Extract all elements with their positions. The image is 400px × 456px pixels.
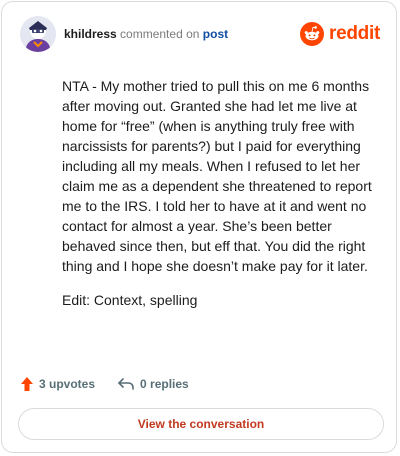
reddit-snoo-icon <box>300 22 325 46</box>
upvotes-count: 3 upvotes <box>39 377 96 391</box>
action-text: commented on <box>120 27 200 41</box>
reddit-wordmark: reddit <box>329 23 380 44</box>
upvotes-stat[interactable]: 3 upvotes <box>20 376 95 392</box>
post-link[interactable]: post <box>203 27 228 41</box>
comment-stats: 3 upvotes 0 replies <box>20 374 189 394</box>
comment-paragraph: NTA - My mother tried to pull this on me… <box>62 78 372 274</box>
reply-arrow-icon <box>117 377 135 391</box>
upvote-arrow-icon <box>20 376 34 392</box>
username-link[interactable]: khildress <box>64 27 117 41</box>
comment-header: khildress commented on post reddit <box>20 16 380 56</box>
comment-body: NTA - My mother tried to pull this on me… <box>62 76 372 310</box>
view-conversation-button[interactable]: View the conversation <box>18 408 384 440</box>
replies-count: 0 replies <box>140 377 189 391</box>
comment-embed-card: khildress commented on post reddit NTA -… <box>1 1 397 453</box>
comment-paragraph: Edit: Context, spelling <box>62 292 198 308</box>
comment-attribution: khildress commented on post <box>64 27 228 41</box>
user-avatar[interactable] <box>20 16 56 52</box>
replies-stat[interactable]: 0 replies <box>117 377 189 391</box>
reddit-logo[interactable]: reddit <box>300 20 380 48</box>
avatar-icon <box>20 16 56 52</box>
